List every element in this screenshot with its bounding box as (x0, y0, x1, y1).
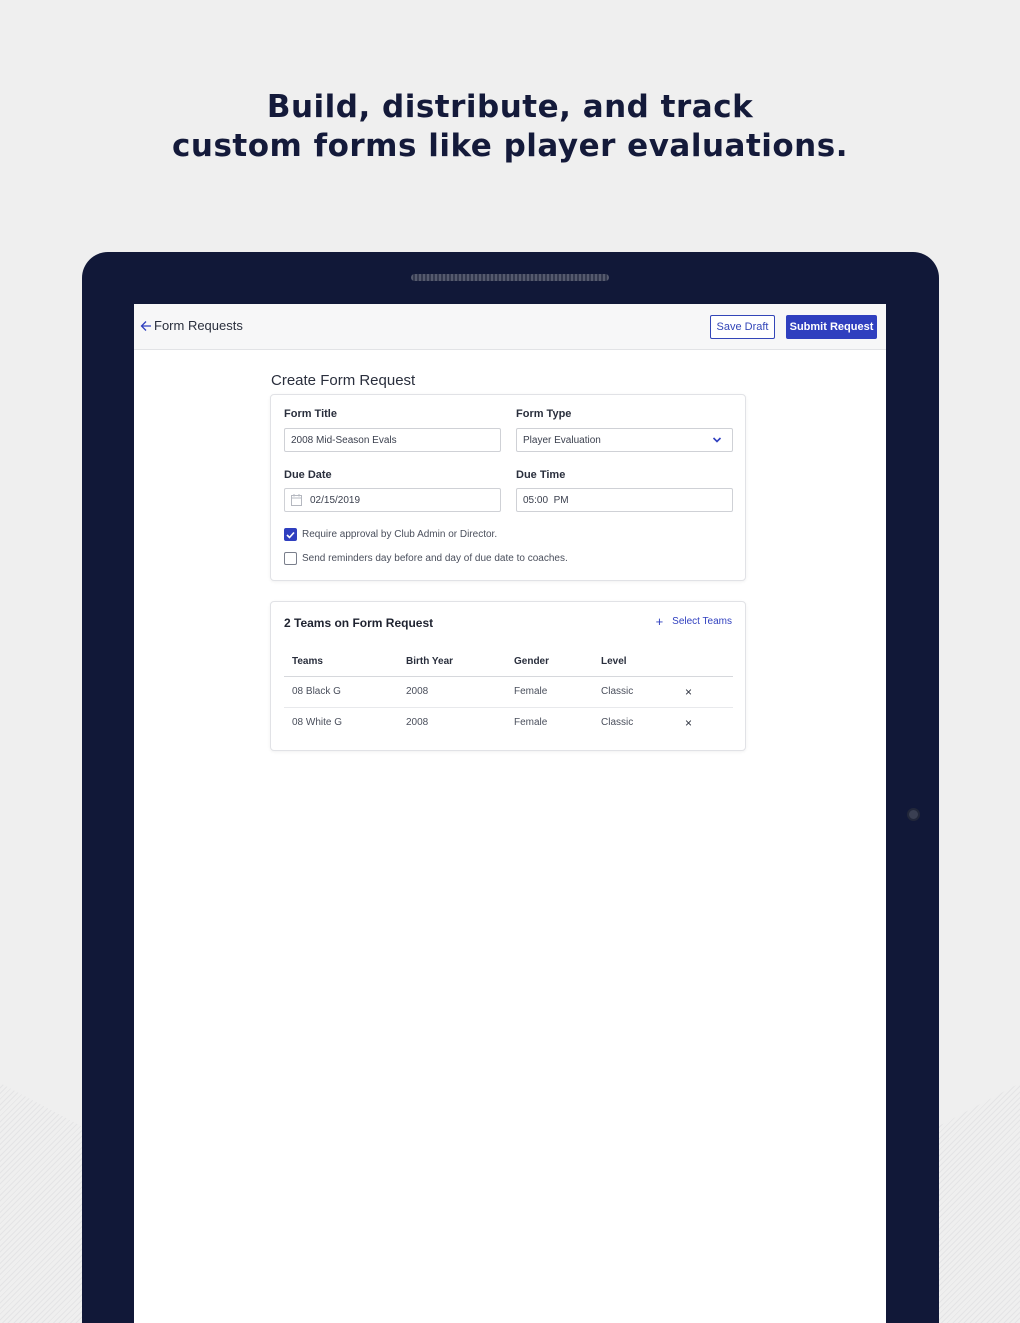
column-header-level: Level (593, 648, 679, 677)
headline-line-1: Build, distribute, and track (266, 89, 754, 125)
select-teams-label: Select Teams (672, 616, 732, 627)
marketing-headline: Build, distribute, and track custom form… (0, 88, 1020, 166)
tablet-device: Form Requests Save Draft Submit Request … (82, 252, 939, 1323)
page-title: Create Form Request (271, 372, 416, 389)
save-draft-button[interactable]: Save Draft (710, 315, 775, 339)
require-approval-label: Require approval by Club Admin or Direct… (302, 529, 498, 540)
due-date-value: 02/15/2019 (310, 494, 361, 506)
remove-team-button[interactable]: × (679, 707, 733, 738)
table-row: 08 White G 2008 Female Classic × (284, 707, 733, 738)
require-approval-row[interactable]: Require approval by Club Admin or Direct… (284, 528, 497, 541)
tablet-speaker (411, 274, 609, 281)
due-time-label: Due Time (516, 469, 566, 481)
level-cell: Classic (593, 676, 679, 708)
due-time-input[interactable]: 05:00 PM (516, 488, 733, 512)
teams-table: Teams Birth Year Gender Level 08 Black G… (284, 648, 733, 738)
form-title-input[interactable]: 2008 Mid-Season Evals (284, 428, 501, 452)
table-header-row: Teams Birth Year Gender Level (284, 648, 733, 677)
form-type-label: Form Type (516, 408, 572, 420)
form-type-select[interactable]: Player Evaluation (516, 428, 733, 452)
back-button[interactable]: Form Requests (140, 318, 243, 333)
due-time-value: 05:00 PM (523, 494, 569, 506)
require-approval-checkbox[interactable] (284, 528, 297, 541)
arrow-left-icon (140, 320, 151, 331)
chevron-down-icon (712, 437, 722, 443)
tablet-camera (907, 808, 920, 821)
send-reminders-label: Send reminders day before and day of due… (302, 553, 568, 564)
birth-year-cell: 2008 (406, 717, 429, 729)
plus-icon: + (655, 613, 664, 629)
gender-cell: Female (514, 717, 548, 729)
top-bar: Form Requests Save Draft Submit Request (134, 304, 886, 350)
due-date-label: Due Date (284, 469, 332, 481)
form-details-card: Form Title 2008 Mid-Season Evals Form Ty… (270, 394, 746, 581)
teams-card: 2 Teams on Form Request + Select Teams T… (270, 601, 746, 751)
teams-card-title: 2 Teams on Form Request (284, 616, 434, 630)
team-name-cell: 08 White G (292, 717, 343, 729)
column-header-birth-year: Birth Year (398, 648, 506, 677)
close-icon: × (685, 715, 693, 730)
send-reminders-row[interactable]: Send reminders day before and day of due… (284, 552, 568, 565)
form-type-value: Player Evaluation (523, 434, 601, 446)
birth-year-cell: 2008 (398, 676, 506, 708)
column-header-teams: Teams (284, 648, 398, 677)
gender-cell: Female (506, 676, 593, 708)
back-label: Form Requests (154, 318, 243, 333)
checkmark-icon (286, 531, 295, 539)
form-title-value: 2008 Mid-Season Evals (291, 434, 397, 446)
column-header-remove (679, 648, 733, 677)
submit-request-button[interactable]: Submit Request (786, 315, 877, 339)
form-title-label: Form Title (284, 408, 337, 420)
close-icon: × (685, 684, 693, 699)
level-cell: Classic (601, 717, 634, 729)
due-date-input[interactable]: 02/15/2019 (284, 488, 501, 512)
send-reminders-checkbox[interactable] (284, 552, 297, 565)
column-header-gender: Gender (506, 648, 593, 677)
team-name-cell: 08 Black G (284, 676, 398, 708)
remove-team-button[interactable]: × (679, 676, 733, 708)
select-teams-button[interactable]: + Select Teams (655, 613, 732, 629)
headline-line-2: custom forms like player evaluations. (172, 128, 848, 164)
table-row: 08 Black G 2008 Female Classic × (284, 676, 733, 708)
app-screen: Form Requests Save Draft Submit Request … (134, 304, 886, 1323)
calendar-icon (291, 494, 302, 506)
